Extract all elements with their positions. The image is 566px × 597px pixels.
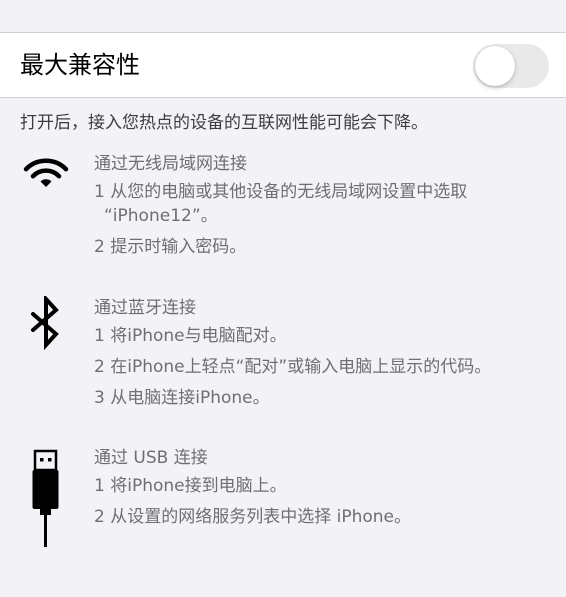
max-compatibility-label: 最大兼容性 bbox=[20, 51, 140, 79]
bluetooth-step-2: 2 在iPhone上轻点“配对”或输入电脑上显示的代码。 bbox=[94, 357, 492, 377]
wifi-step-1-continued: “iPhone12”。 bbox=[104, 206, 218, 226]
usb-step-1: 1 将iPhone接到电脑上。 bbox=[94, 476, 287, 496]
bluetooth-step-3: 3 从电脑连接iPhone。 bbox=[94, 388, 270, 408]
wifi-step-1: 1 从您的电脑或其他设备的无线局域网设置中选取 bbox=[94, 182, 468, 202]
max-compatibility-row[interactable]: 最大兼容性 bbox=[0, 32, 566, 98]
wifi-icon bbox=[23, 158, 69, 187]
compatibility-footer-note: 打开后，接入您热点的设备的互联网性能可能会下降。 bbox=[20, 113, 428, 133]
usb-cable-icon bbox=[32, 449, 59, 547]
bluetooth-step-1: 1 将iPhone与电脑配对。 bbox=[94, 326, 287, 346]
bluetooth-icon bbox=[31, 296, 59, 351]
bluetooth-heading: 通过蓝牙连接 bbox=[94, 298, 196, 318]
max-compatibility-switch[interactable] bbox=[473, 44, 549, 88]
usb-step-2: 2 从设置的网络服务列表中选择 iPhone。 bbox=[94, 507, 412, 527]
usb-heading: 通过 USB 连接 bbox=[94, 448, 208, 468]
wifi-step-2: 2 提示时输入密码。 bbox=[94, 237, 247, 257]
top-spacer bbox=[0, 0, 566, 32]
switch-knob bbox=[475, 46, 515, 86]
wifi-heading: 通过无线局域网连接 bbox=[94, 154, 247, 174]
